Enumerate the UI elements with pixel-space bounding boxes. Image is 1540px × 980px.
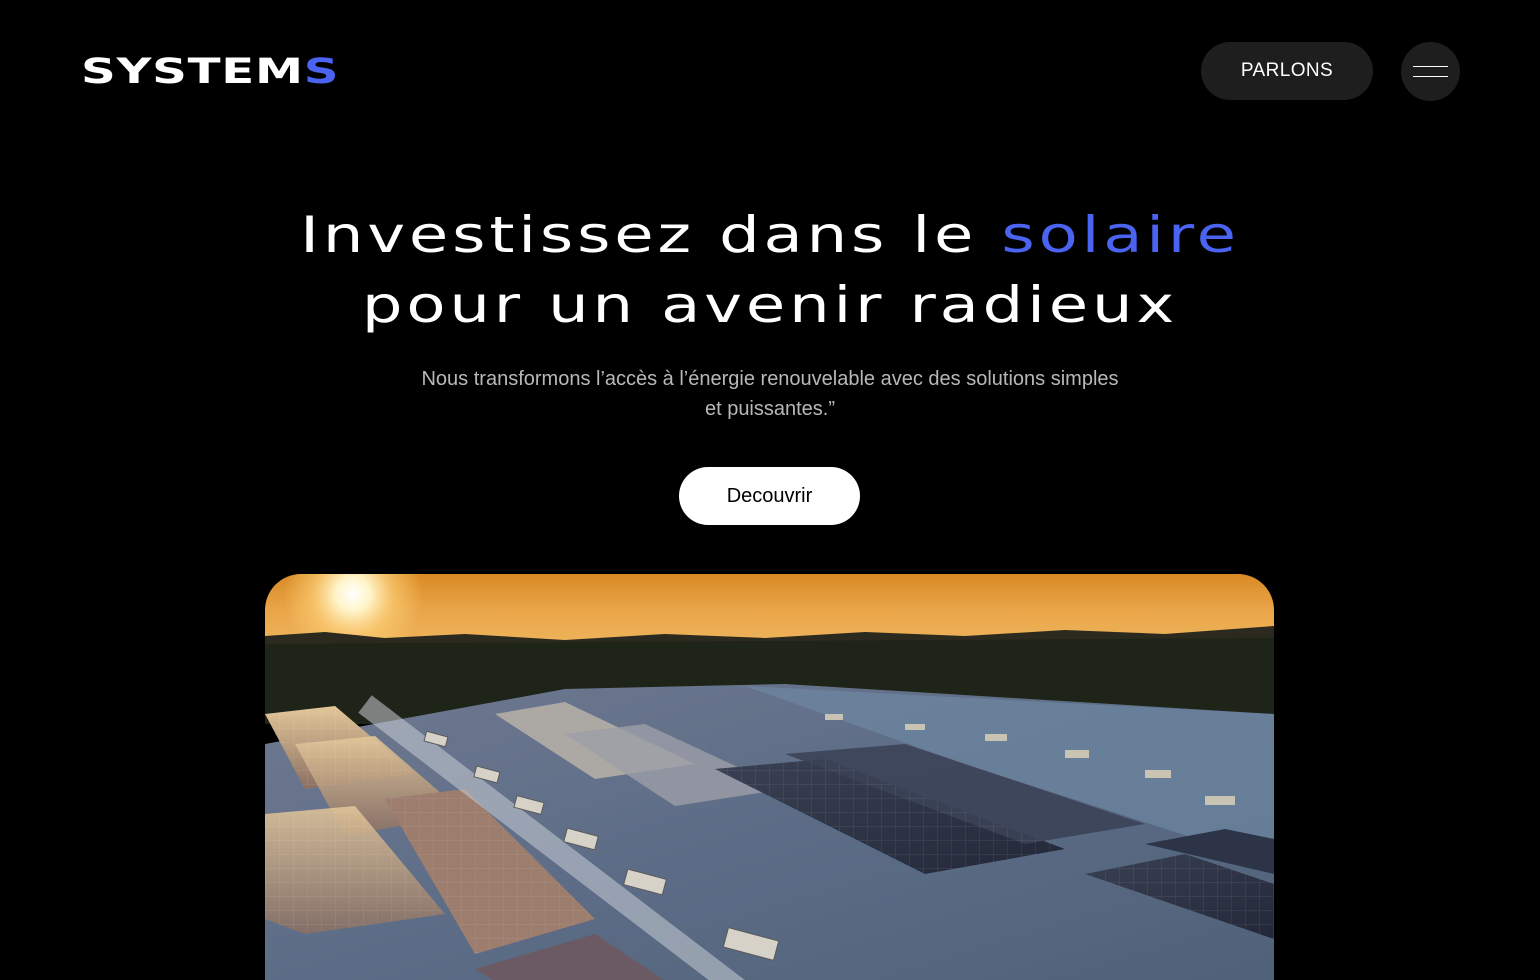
parlons-button-label: PARLONS	[1240, 60, 1334, 81]
menu-button[interactable]	[1401, 42, 1460, 101]
parlons-button[interactable]: PARLONS	[1201, 42, 1373, 100]
discover-button[interactable]: Decouvrir	[679, 467, 860, 525]
hero-title: Investissez dans le solaire pour un aven…	[0, 200, 1540, 340]
hero-title-prefix: Investissez dans le	[300, 206, 978, 264]
hero-subtitle: Nous transformons l’accès à l’énergie re…	[421, 368, 1119, 420]
hero-title-accent: solaire	[1001, 206, 1240, 264]
logo-accent-text: S	[303, 52, 340, 92]
page: SYSTEMS PARLONS Investissez dans le sola…	[0, 0, 1540, 980]
logo-main-text: SYSTEM	[81, 52, 304, 92]
hero-image	[265, 574, 1274, 980]
discover-button-label: Decouvrir	[726, 484, 813, 507]
logo[interactable]: SYSTEMS	[81, 54, 339, 90]
hero-title-line2: pour un avenir radieux	[361, 276, 1179, 334]
